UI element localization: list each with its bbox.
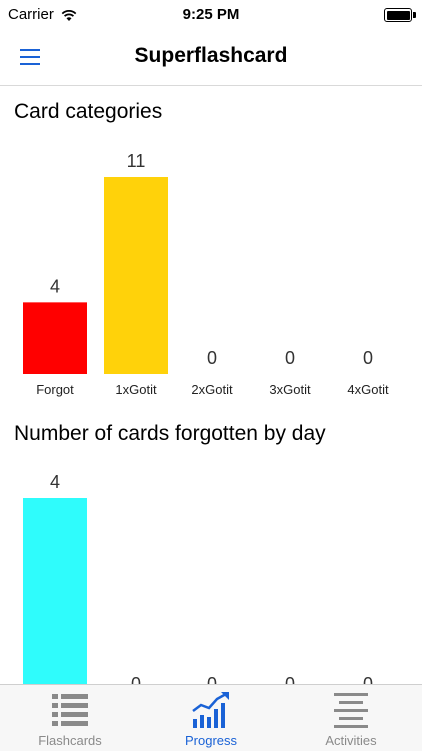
bar-value-label-1: 11 [127,151,146,171]
page-title: Superflashcard [134,44,288,67]
category-label-4: 4xGotit [347,382,389,397]
bar-value-label-2: 0 [207,348,217,368]
bar-1 [104,177,168,374]
lines-icon [334,693,368,728]
forgotten-by-day-title: Number of cards forgotten by day [14,422,326,445]
battery-icon [384,8,416,22]
tab-progress[interactable]: Progress [141,685,281,751]
navigation-bar: Superflashcard [0,30,422,86]
category-label-0: Forgot [36,382,74,397]
bar-value-label-4: 0 [363,348,373,368]
tab-flashcards[interactable]: Flashcards [0,685,140,751]
bar-value-label-0: 4 [50,276,60,296]
chart-trend-icon [192,692,229,728]
bar-0 [23,498,87,685]
tab-flashcards-label: Flashcards [38,733,102,748]
tab-progress-label: Progress [184,733,238,748]
tab-activities[interactable]: Activities [281,685,421,751]
category-label-2: 2xGotit [191,382,233,397]
tab-activities-label: Activities [325,733,377,748]
card-categories-chart: 4 Forgot 11 1xGotit 0 2xGotit 0 3xGotit 0 4xGotit [23,151,389,397]
forgotten-by-day-chart: 40 0 0 0 [23,472,373,685]
bar-value-label-3: 0 [285,348,295,368]
bar-value-label-0: 4 [50,472,60,492]
bar-0 [23,302,87,374]
status-bar: Carrier 9:25 PM [0,0,422,30]
category-label-3: 3xGotit [269,382,311,397]
list-icon [52,694,88,726]
card-categories-title: Card categories [14,100,163,123]
status-time: 9:25 PM [182,6,240,23]
category-label-1: 1xGotit [115,382,157,397]
tab-bar: Flashcards Progress Activities [0,684,422,751]
